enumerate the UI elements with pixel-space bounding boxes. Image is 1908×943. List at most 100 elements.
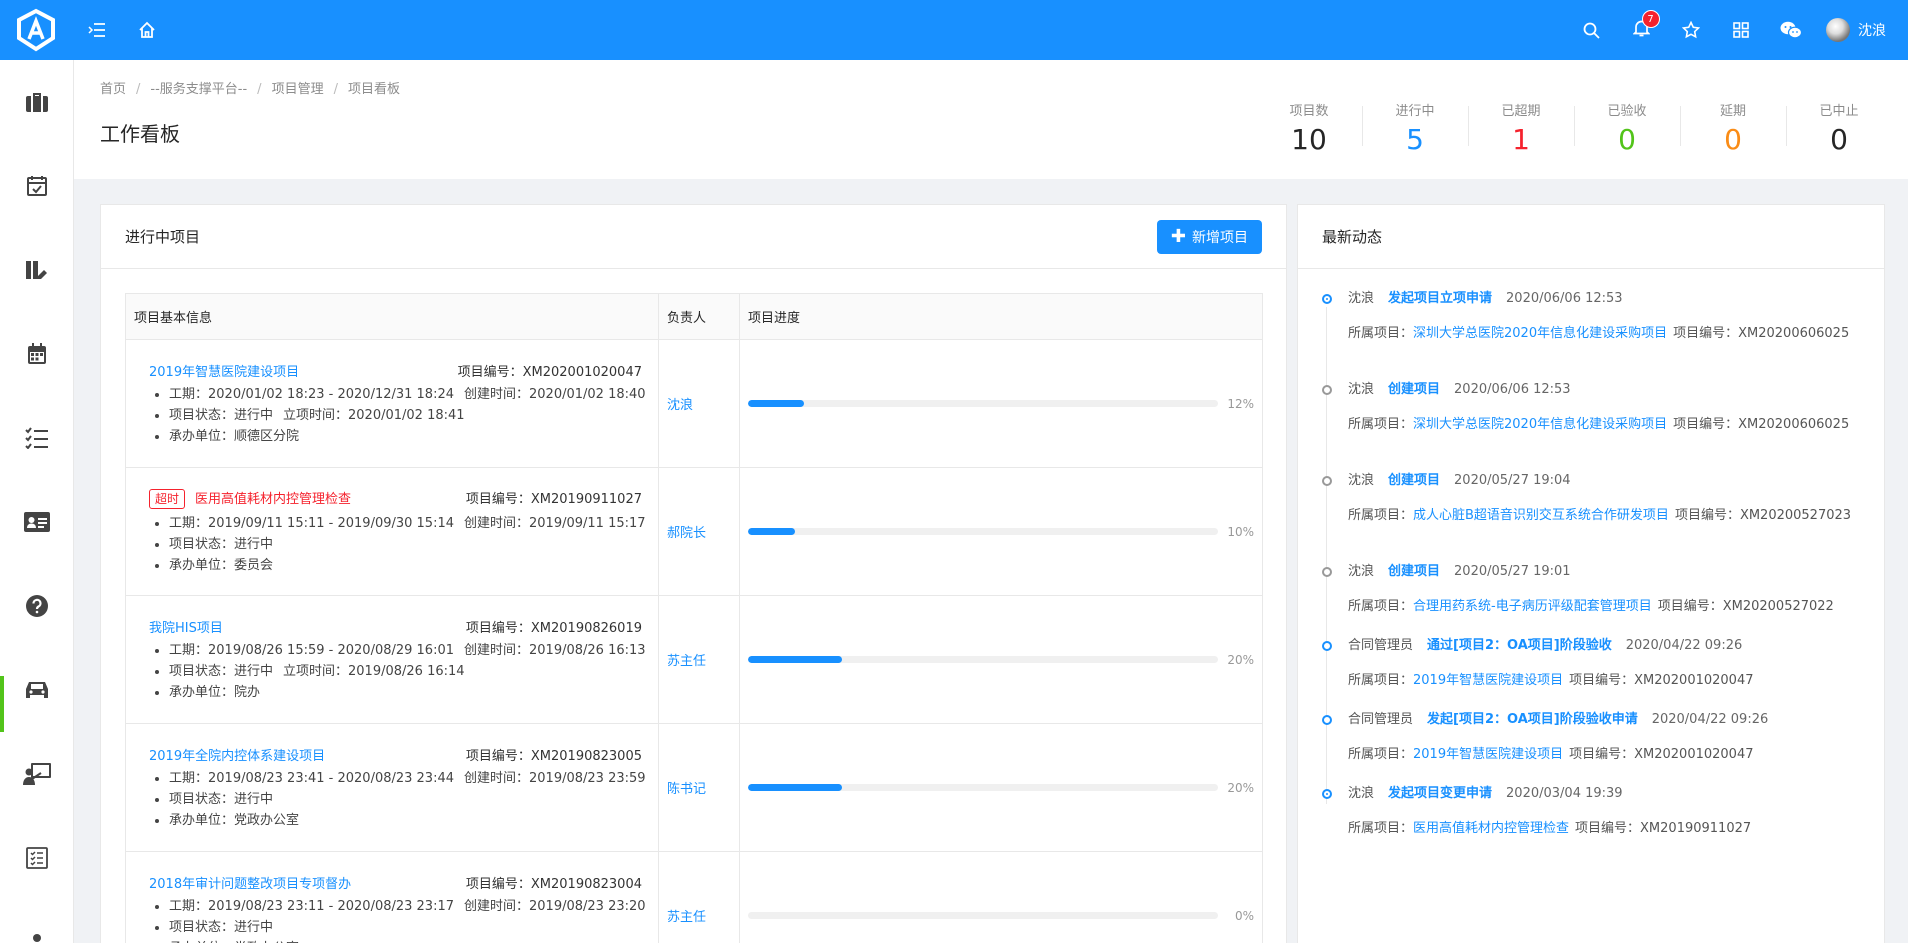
project-name-link[interactable]: 医用高值耗材内控管理检查 <box>195 492 351 507</box>
stat-label: 延期 <box>1719 104 1746 119</box>
stat-label: 进行中 <box>1395 104 1435 119</box>
project-name-wrap: 2019年智慧医院建设项目 <box>149 361 299 380</box>
project-title-line: 2019年全院内控体系建设项目 项目编号：XM20190823005 <box>134 745 650 764</box>
activity-project-code: 项目编号：XM20200606025 <box>1673 326 1850 341</box>
progress-track <box>748 528 1218 535</box>
activity-project-link[interactable]: 成人心脏B超语音识别交互系统合作研发项目 <box>1413 508 1669 523</box>
question-icon <box>25 595 48 617</box>
menu-fold-icon[interactable] <box>72 0 122 60</box>
sidebar-item-contact-card[interactable] <box>0 480 73 564</box>
project-detail-item: 承办单位：顺德区分院 <box>169 426 650 447</box>
add-project-button[interactable]: ✚ 新增项目 <box>1156 219 1262 254</box>
activity-project-line: 所属项目：2019年智慧医院建设项目 项目编号：XM202001020047 <box>1348 744 1860 765</box>
project-title-line: 超时 医用高值耗材内控管理检查 项目编号：XM20190911027 <box>134 488 650 509</box>
progress-percent: 10% <box>1227 524 1254 539</box>
sidebar-item-calendar[interactable] <box>0 312 73 396</box>
project-detail-item: 项目状态：进行中立项时间：2020/01/02 18:41 <box>169 405 650 426</box>
owner-link[interactable]: 郝院长 <box>667 526 706 541</box>
calendar-icon <box>27 343 46 364</box>
star-icon[interactable] <box>1666 0 1716 60</box>
activity-project-link[interactable]: 医用高值耗材内控管理检查 <box>1413 821 1569 836</box>
owner-link[interactable]: 沈浪 <box>667 398 693 413</box>
project-detail-item: 承办单位：院办 <box>169 682 650 703</box>
project-name-wrap: 2018年审计问题整改项目专项督办 <box>149 873 351 892</box>
project-name-link[interactable]: 2019年智慧医院建设项目 <box>149 365 299 380</box>
project-detail-item: 项目状态：进行中 <box>169 789 650 810</box>
sidebar-item-teacher[interactable] <box>0 732 73 816</box>
project-name-wrap: 我院HIS项目 <box>149 617 223 636</box>
progress-track <box>748 400 1218 407</box>
activity-card: 最新动态 沈浪 发起项目立项申请 2020/06/06 12:53 所属项目：深圳大学… <box>1297 204 1885 943</box>
activity-head: 沈浪 创建项目 2020/05/27 19:01 <box>1348 562 1860 582</box>
app-logo[interactable] <box>0 0 72 60</box>
activity-action-link[interactable]: 创建项目 <box>1388 382 1440 397</box>
timeline-dot <box>1322 641 1332 651</box>
activity-time: 2020/05/27 19:04 <box>1454 473 1571 488</box>
sidebar-item-car[interactable] <box>0 648 73 732</box>
notification-count-badge: 7 <box>1641 10 1660 28</box>
activity-project-link[interactable]: 合理用药系统-电子病历评级配套管理项目 <box>1413 599 1652 614</box>
project-name-link[interactable]: 我院HIS项目 <box>149 621 223 636</box>
search-icon[interactable] <box>1566 0 1616 60</box>
detail-text: 项目状态：进行中 <box>169 407 274 423</box>
project-detail-item: 工期：2020/01/02 18:23 - 2020/12/31 18:24 创建… <box>169 384 650 405</box>
project-title-line: 2018年审计问题整改项目专项督办 项目编号：XM20190823004 <box>134 873 650 892</box>
detail-text: 工期：2019/08/23 23:11 - 2020/08/23 23:17 <box>169 898 455 914</box>
progress-percent: 0% <box>1234 908 1254 923</box>
activity-action-link[interactable]: 发起项目立项申请 <box>1388 291 1492 306</box>
sidebar-item-calendar-check[interactable] <box>0 144 73 228</box>
sidebar-item-checklist[interactable] <box>0 816 73 900</box>
sidebar-item-edit-docs[interactable] <box>0 228 73 312</box>
table-row: 我院HIS项目 项目编号：XM20190826019 工期：2019/08/26 1… <box>125 595 1263 724</box>
activity-project-label: 所属项目： <box>1348 821 1414 836</box>
notification-bell-icon[interactable]: 7 <box>1616 0 1666 60</box>
column-header-owner: 负责人 <box>658 293 740 340</box>
activity-project-link[interactable]: 深圳大学总医院2020年信息化建设采购项目 <box>1413 326 1667 341</box>
progress-percent: 20% <box>1227 652 1254 667</box>
user-menu[interactable]: 沈浪 <box>1816 18 1908 42</box>
project-name-link[interactable]: 2018年审计问题整改项目专项督办 <box>149 877 351 892</box>
breadcrumb-home[interactable]: 首页 <box>100 82 126 97</box>
add-project-label: 新增项目 <box>1192 229 1248 246</box>
sidebar-item-more[interactable] <box>0 900 73 943</box>
apps-grid-icon[interactable] <box>1716 0 1766 60</box>
timeline-dot <box>1322 789 1332 799</box>
activity-action-link[interactable]: 创建项目 <box>1388 473 1440 488</box>
plus-icon: ✚ <box>1170 225 1186 247</box>
user-group-icon <box>32 934 41 942</box>
activity-project-line: 所属项目：合理用药系统-电子病历评级配套管理项目 项目编号：XM202005270… <box>1348 596 1860 617</box>
owner-link[interactable]: 陈书记 <box>667 782 706 797</box>
sidebar-item-task-list[interactable] <box>0 396 73 480</box>
activity-user: 沈浪 <box>1348 291 1375 306</box>
activity-project-link[interactable]: 深圳大学总医院2020年信息化建设采购项目 <box>1413 417 1667 432</box>
sidebar-item-help[interactable] <box>0 564 73 648</box>
owner-link[interactable]: 苏主任 <box>667 910 706 925</box>
project-detail-item: 工期：2019/09/11 15:11 - 2019/09/30 15:14 创建… <box>169 513 650 534</box>
progress-cell: 20% <box>739 723 1263 852</box>
table-row: 2018年审计问题整改项目专项督办 项目编号：XM20190823004 工期：20… <box>125 851 1263 943</box>
breadcrumb-platform[interactable]: --服务支撑平台-- <box>150 82 247 97</box>
activity-action-link[interactable]: 发起项目变更申请 <box>1388 786 1492 801</box>
top-navbar: 7 沈浪 <box>0 0 1908 60</box>
sidebar-item-briefcase[interactable] <box>0 60 73 144</box>
owner-link[interactable]: 苏主任 <box>667 654 706 669</box>
breadcrumb-project-management[interactable]: 项目管理 <box>272 82 324 97</box>
wechat-icon[interactable] <box>1766 0 1816 60</box>
progress-bar: 10% <box>748 525 1254 539</box>
project-detail-item: 项目状态：进行中 <box>169 917 650 938</box>
stat-overdue: 已超期 1 <box>1468 100 1574 157</box>
project-name-link[interactable]: 2019年全院内控体系建设项目 <box>149 749 325 764</box>
activity-project-link[interactable]: 2019年智慧医院建设项目 <box>1413 747 1563 762</box>
activity-action-link[interactable]: 创建项目 <box>1388 564 1440 579</box>
activity-action-link[interactable]: 通过[项目2：OA项目]阶段验收 <box>1427 638 1612 653</box>
owner-cell: 苏主任 <box>658 595 740 724</box>
home-icon[interactable] <box>122 0 172 60</box>
project-detail-item: 工期：2019/08/26 15:59 - 2020/08/29 16:01 创建… <box>169 640 650 661</box>
activity-action-link[interactable]: 发起[项目2：OA项目]阶段验收申请 <box>1427 712 1638 727</box>
activity-head: 沈浪 创建项目 2020/06/06 12:53 <box>1348 380 1860 400</box>
detail-text: 项目状态：进行中 <box>169 919 274 935</box>
checklist-icon <box>25 847 48 869</box>
progress-bar: 12% <box>748 397 1254 411</box>
activity-user: 沈浪 <box>1348 564 1375 579</box>
activity-project-link[interactable]: 2019年智慧医院建设项目 <box>1413 673 1563 688</box>
